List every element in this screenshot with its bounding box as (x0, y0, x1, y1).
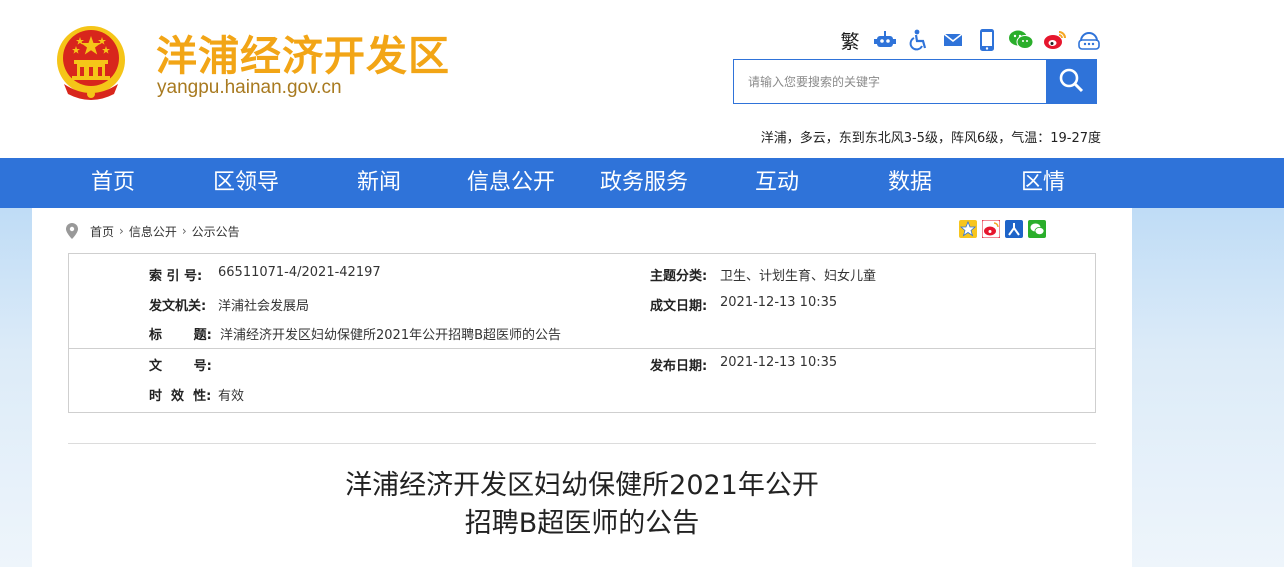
weibo-share-icon[interactable] (982, 220, 1000, 238)
chevron-right-icon: › (119, 224, 124, 238)
site-title[interactable]: 洋浦经济开发区 (156, 22, 450, 82)
created-date-value: 2021-12-13 10:35 (720, 295, 838, 310)
created-date-label: 成文日期: (650, 299, 708, 314)
chevron-right-icon: › (181, 224, 187, 238)
breadcrumb-home[interactable]: 首页 (90, 223, 114, 240)
robot-icon[interactable] (868, 26, 902, 54)
title-label: 标 题: (149, 328, 212, 343)
issuer-label: 发文机关: (149, 299, 207, 314)
info-divider (69, 348, 1095, 349)
nav-item-leaders[interactable]: 区领导 (180, 158, 312, 208)
nav-item-home[interactable]: 首页 (47, 158, 179, 208)
search-input[interactable] (734, 60, 1046, 103)
validity-value: 有效 (218, 389, 245, 404)
nav-item-interaction[interactable]: 互动 (711, 158, 843, 208)
weibo-icon[interactable] (1038, 26, 1072, 54)
index-value: 66511071-4/2021-42197 (218, 265, 381, 280)
nav-item-gov-services[interactable]: 政务服务 (578, 158, 710, 208)
issuer-value: 洋浦社会发展局 (218, 299, 310, 314)
document-info-table: 索 引 号: 66511071-4/2021-42197 主题分类: 卫生、计划… (68, 253, 1096, 413)
national-emblem-logo[interactable] (54, 22, 128, 102)
accessibility-icon[interactable] (902, 26, 936, 54)
divider (68, 443, 1096, 444)
wechat-share-icon[interactable] (1028, 220, 1046, 238)
validity-label: 时 效 性: (149, 389, 212, 404)
search-icon (1058, 67, 1084, 97)
nav-item-data[interactable]: 数据 (844, 158, 976, 208)
article-title-line1: 洋浦经济开发区妇幼保健所2021年公开 (345, 470, 819, 501)
renren-icon[interactable] (1005, 220, 1023, 238)
published-date-value: 2021-12-13 10:35 (720, 355, 838, 370)
breadcrumb: 首页 › 信息公开 › 公示公告 (66, 222, 240, 240)
site-domain: yangpu.hainan.gov.cn (157, 77, 342, 98)
share-icons (959, 220, 1051, 238)
breadcrumb-announcements[interactable]: 公示公告 (192, 223, 240, 240)
site-header: 洋浦经济开发区 yangpu.hainan.gov.cn 繁 请输入您要搜索的关… (0, 0, 1284, 158)
main-nav: 首页 区领导 新闻 信息公开 政务服务 互动 数据 区情 (0, 158, 1284, 208)
nav-item-news[interactable]: 新闻 (313, 158, 445, 208)
mail-icon[interactable] (936, 26, 970, 54)
traditional-chinese-toggle[interactable]: 繁 (838, 26, 862, 54)
article-title: 洋浦经济开发区妇幼保健所2021年公开 招聘B超医师的公告 (232, 467, 932, 543)
nav-item-district-info[interactable]: 区情 (977, 158, 1109, 208)
weather-info: 洋浦，多云，东到东北风3-5级，阵风6级，气温：19-27度 (760, 131, 1101, 146)
category-label: 主题分类: (650, 269, 708, 284)
qzone-icon[interactable] (959, 220, 977, 238)
article-title-line2: 招聘B超医师的公告 (464, 508, 700, 539)
docno-label: 文 号: (149, 359, 212, 374)
service-icon[interactable] (1072, 26, 1106, 54)
location-pin-icon (66, 223, 78, 239)
header-tools: 繁 (838, 26, 1106, 54)
wechat-icon[interactable] (1004, 26, 1038, 54)
nav-item-info-disclosure[interactable]: 信息公开 (445, 158, 577, 208)
title-value: 洋浦经济开发区妇幼保健所2021年公开招聘B超医师的公告 (220, 328, 562, 343)
search-box (733, 59, 1097, 104)
search-button[interactable] (1046, 60, 1096, 103)
mobile-icon[interactable] (970, 26, 1004, 54)
published-date-label: 发布日期: (650, 359, 708, 374)
index-label: 索 引 号: (149, 269, 203, 284)
breadcrumb-info-disclosure[interactable]: 信息公开 (129, 223, 177, 240)
category-value: 卫生、计划生育、妇女儿童 (720, 269, 877, 284)
